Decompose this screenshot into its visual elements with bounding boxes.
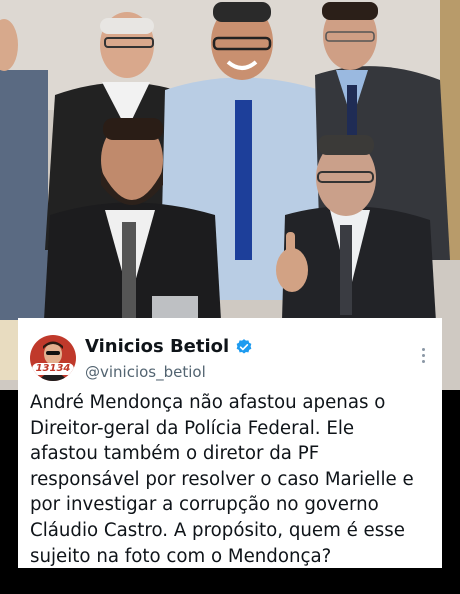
tweet-text: André Mendonça não afastou apenas o Dire… [30,392,414,567]
user-handle[interactable]: @vinicios_betiol [85,363,206,381]
tweet-card: 13134 Vinicios Betiol @vinicios_betiol A… [18,318,442,568]
avatar-badge: 13134 [32,363,74,375]
more-options-icon[interactable] [420,348,426,366]
author-row: Vinicios Betiol [85,336,253,357]
avatar[interactable]: 13134 [30,335,76,381]
display-name[interactable]: Vinicios Betiol [85,336,229,357]
verified-badge-icon [236,338,252,354]
